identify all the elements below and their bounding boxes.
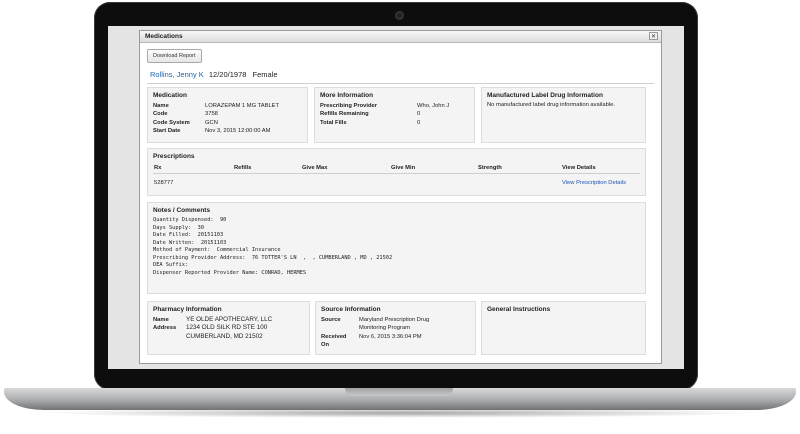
divider xyxy=(147,83,654,84)
kv-row: Monitoring Program xyxy=(321,324,470,332)
kv-row: Received Nov 6, 2015 3:36:04 PM xyxy=(321,333,470,341)
source-panel: Source Information Source Maryland Prescr… xyxy=(315,301,476,355)
field-spacer xyxy=(153,333,186,341)
pharmacy-panel: Pharmacy Information Name YE OLDE APOTHEC… xyxy=(147,301,310,355)
panel-title: Notes / Comments xyxy=(153,207,211,214)
field-value: Who, John J xyxy=(417,103,450,109)
note-line: Quantity Dispensed: 90 xyxy=(153,217,227,223)
note-line: Prescribing Provider Address: 76 TOTTER'… xyxy=(153,254,393,261)
note-line: Date Filled: 20151103 xyxy=(153,232,224,238)
patient-gender: Female xyxy=(252,70,278,79)
kv-row: Source Maryland Prescription Drug xyxy=(321,316,470,324)
panel-title: More Information xyxy=(320,92,374,99)
field-label: On xyxy=(321,341,330,348)
field-label: Source xyxy=(321,317,341,323)
field-value: LORAZEPAM 1 MG TABLET xyxy=(205,103,280,109)
field-label: Received xyxy=(321,333,347,340)
medications-dialog: Medications ✕ Download Report Rollins, J… xyxy=(139,30,662,364)
field-label: Name xyxy=(153,103,169,109)
field-label: Address xyxy=(153,325,177,332)
view-prescription-details-link[interactable]: View Prescription Details xyxy=(562,178,626,188)
kv-row: Refills Remaining 0 xyxy=(320,110,469,118)
kv-row: Start Date Nov 3, 2015 12:00:00 AM xyxy=(153,127,302,135)
field-label: Prescribing Provider xyxy=(320,103,378,109)
close-icon[interactable]: ✕ xyxy=(649,32,658,40)
rx-number: 528777 xyxy=(154,180,174,186)
column-header: Refills xyxy=(234,165,252,171)
more-information-panel: More Information Prescribing Provider Who… xyxy=(314,87,475,143)
kv-row: Address 1234 OLD SILK RD STE 100 xyxy=(153,324,304,332)
kv-row: Code System GCN xyxy=(153,119,302,127)
field-label: Start Date xyxy=(153,127,181,134)
field-value: 0 xyxy=(417,119,421,126)
laptop-notch xyxy=(345,388,453,396)
panel-title: Medication xyxy=(153,92,187,99)
prescriptions-header-row: Rx Refills Give Max Give Min Strength Vi… xyxy=(153,163,640,174)
patient-dob: 12/20/1978 xyxy=(208,70,247,79)
field-value: YE OLDE APOTHECARY, LLC xyxy=(186,316,273,323)
dialog-title: Medications xyxy=(145,33,183,40)
panel-title: General Instructions xyxy=(487,306,551,313)
field-value: 3758 xyxy=(205,111,218,118)
kv-row: Name LORAZEPAM 1 MG TABLET xyxy=(153,102,302,110)
patient-name[interactable]: Rollins, Jenny K xyxy=(150,70,204,79)
column-header: Rx xyxy=(154,165,162,171)
note-line: Days Supply: 30 xyxy=(153,224,205,231)
notes-panel: Notes / Comments Quantity Dispensed: 90 … xyxy=(147,202,646,294)
prescriptions-panel: Prescriptions Rx Refills Give Max Give M… xyxy=(147,148,646,196)
note-line: Dispenser Reported Provider Name: CONRAD… xyxy=(153,269,307,276)
panel-title: Source Information xyxy=(321,306,381,313)
column-header: Give Max xyxy=(302,165,328,171)
panel-title: Manufactured Label Drug Information xyxy=(487,92,603,99)
note-line: Method of Payment: Commercial Insurance xyxy=(153,247,281,253)
table-row[interactable]: 528777 View Prescription Details xyxy=(153,178,640,188)
kv-row: Code 3758 xyxy=(153,110,302,118)
field-value: 0 xyxy=(417,111,421,118)
field-label: Code xyxy=(153,111,168,118)
field-value: 1234 OLD SILK RD STE 100 xyxy=(186,324,268,332)
field-spacer xyxy=(321,324,359,332)
field-label: Refills Remaining xyxy=(320,111,369,118)
note-line: DEA Suffix: xyxy=(153,262,189,268)
webcam xyxy=(395,11,404,20)
kv-row: Prescribing Provider Who, John J xyxy=(320,102,469,110)
column-header: Give Min xyxy=(391,165,416,171)
field-value: CUMBERLAND, MD 21502 xyxy=(186,332,263,340)
laptop-screen: Medications ✕ Download Report Rollins, J… xyxy=(108,26,684,369)
label-drug-info-panel: Manufactured Label Drug Information No m… xyxy=(481,87,646,143)
patient-header: Rollins, Jenny K 12/20/1978 Female xyxy=(150,70,282,79)
field-value: Nov 3, 2015 12:00:00 AM xyxy=(205,127,271,134)
column-header: View Details xyxy=(562,165,596,171)
column-header: Strength xyxy=(478,165,502,171)
field-value: Nov 6, 2015 3:36:04 PM xyxy=(359,333,422,340)
field-value: GCN xyxy=(205,119,218,126)
medication-panel: Medication Name LORAZEPAM 1 MG TABLET Cod… xyxy=(147,87,308,143)
field-value: Maryland Prescription Drug xyxy=(359,317,430,323)
label-info-text: No manufactured label drug information a… xyxy=(487,102,615,108)
panel-title: Pharmacy Information xyxy=(153,306,222,313)
field-label: Code System xyxy=(153,119,190,126)
download-report-button[interactable]: Download Report xyxy=(147,49,202,63)
field-label: Name xyxy=(153,317,169,323)
kv-row: Total Fills 0 xyxy=(320,119,469,127)
panel-title: Prescriptions xyxy=(153,153,195,160)
field-value: Monitoring Program xyxy=(359,325,410,332)
dialog-titlebar: Medications ✕ xyxy=(140,31,661,43)
kv-row: On xyxy=(321,341,470,349)
general-instructions-panel: General Instructions xyxy=(481,301,646,355)
kv-row: CUMBERLAND, MD 21502 xyxy=(153,333,304,341)
field-label: Total Fills xyxy=(320,119,347,126)
kv-row: Name YE OLDE APOTHECARY, LLC xyxy=(153,316,304,324)
note-line: Date Written: 20151103 xyxy=(153,239,227,246)
